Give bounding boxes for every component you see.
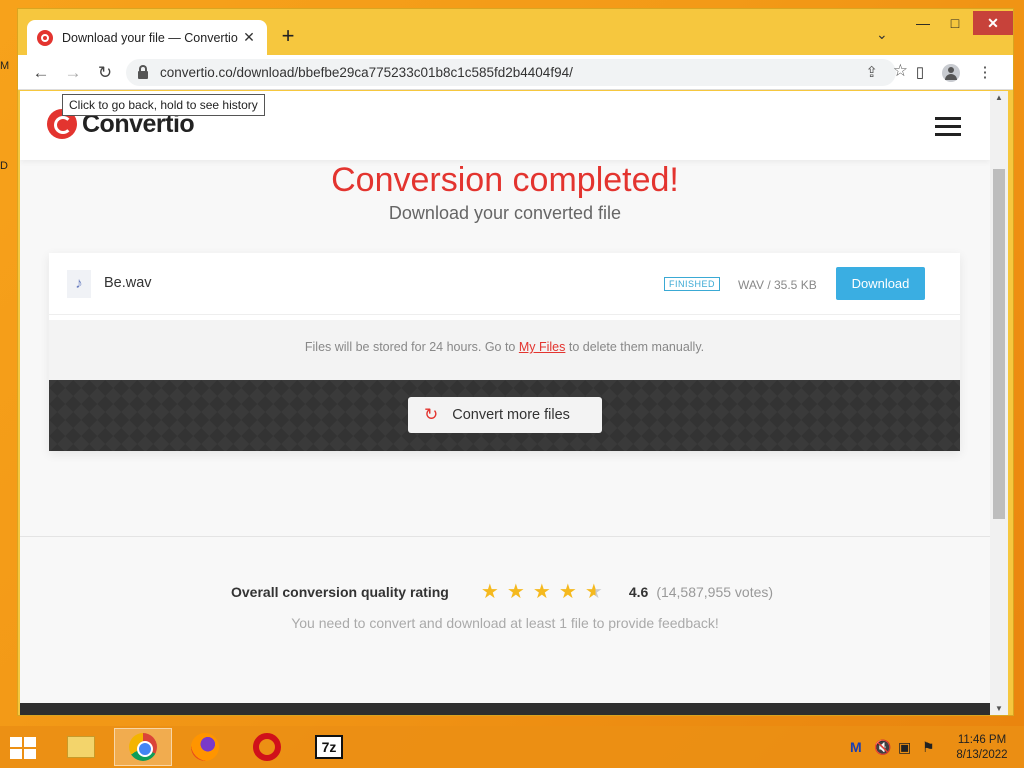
browser-toolbar: ← → ↻ convertio.co/download/bbefbe29ca77… <box>18 55 1013 90</box>
clock-time: 11:46 PM <box>957 734 1007 746</box>
star-icon[interactable]: ★ <box>477 579 503 604</box>
bookmark-star-icon[interactable]: ☆ <box>893 61 908 81</box>
file-row: ♪ Be.wav FINISHED WAV / 35.5 KB Download <box>49 253 960 315</box>
my-files-link[interactable]: My Files <box>519 340 566 354</box>
scroll-up-arrow-icon[interactable]: ▲ <box>990 93 1008 102</box>
browser-menu-icon[interactable]: ⋮ <box>973 61 997 85</box>
convert-more-button[interactable]: ↻ Convert more files <box>408 397 602 433</box>
rating-votes: (14,587,955 votes) <box>656 583 774 600</box>
tab-search-chevron-icon[interactable]: ⌄ <box>876 26 888 43</box>
page-scrollbar[interactable]: ▲ ▼ <box>990 91 1008 715</box>
opera-icon <box>253 733 281 761</box>
maximize-button[interactable]: □ <box>940 11 970 35</box>
hamburger-menu-icon[interactable] <box>935 117 961 141</box>
audio-file-icon: ♪ <box>67 270 91 298</box>
scroll-thumb[interactable] <box>993 169 1005 519</box>
forward-button[interactable]: → <box>60 60 86 86</box>
browser-tab[interactable]: Download your file — Convertio ✕ <box>27 20 267 55</box>
close-window-button[interactable]: ✕ <box>973 11 1013 35</box>
tab-title: Download your file — Convertio <box>62 30 238 45</box>
taskbar-7zip[interactable]: 7z <box>300 728 358 766</box>
taskbar-chrome[interactable] <box>114 728 172 766</box>
7zip-icon: 7z <box>315 735 343 759</box>
section-divider <box>20 536 990 537</box>
file-explorer-icon <box>67 736 95 758</box>
clock-date: 8/13/2022 <box>956 749 1008 761</box>
tab-close-icon[interactable]: ✕ <box>241 29 257 46</box>
title-bar: Download your file — Convertio ✕ + ⌄ — □… <box>18 9 1013 55</box>
file-name: Be.wav <box>104 275 152 291</box>
page-title: Conversion completed! <box>331 161 679 199</box>
file-card: ♪ Be.wav FINISHED WAV / 35.5 KB Download… <box>49 253 960 451</box>
windows-start-icon[interactable] <box>10 737 38 759</box>
page-viewport: Convertio Conversion completed! Download… <box>20 91 990 715</box>
side-panel-icon[interactable]: ▯ <box>908 61 932 85</box>
half-star-icon[interactable]: ★ <box>581 579 607 604</box>
lock-icon[interactable] <box>138 64 148 79</box>
feedback-note: You need to convert and download at leas… <box>291 615 719 631</box>
new-tab-button[interactable]: + <box>276 24 300 48</box>
convert-more-bar: ↻ Convert more files <box>49 380 960 451</box>
star-icon[interactable]: ★ <box>555 579 581 604</box>
taskbar: 7z M 🔇 ▣ ⚑ 11:46 PM 8/13/2022 <box>0 726 1024 768</box>
rating-score: 4.6 <box>628 583 649 600</box>
rating-label: Overall conversion quality rating <box>231 583 449 600</box>
desktop-letter: M <box>0 60 10 72</box>
convertio-favicon-icon <box>37 29 53 46</box>
minimize-button[interactable]: — <box>908 11 938 35</box>
share-icon[interactable]: ⇪ <box>865 63 878 81</box>
taskbar-firefox[interactable] <box>176 728 234 766</box>
browser-window: Download your file — Convertio ✕ + ⌄ — □… <box>17 8 1014 716</box>
desktop-edge: M D <box>0 60 10 180</box>
volume-muted-icon[interactable]: 🔇 <box>874 739 891 756</box>
storage-note-after: to delete them manually. <box>565 340 705 354</box>
convert-more-label: Convert more files <box>452 407 570 423</box>
profile-avatar-icon[interactable] <box>939 61 963 85</box>
storage-note-before: Files will be stored for 24 hours. Go to <box>304 340 519 354</box>
scroll-down-arrow-icon[interactable]: ▼ <box>990 704 1008 713</box>
refresh-icon: ↻ <box>424 405 439 424</box>
download-button[interactable]: Download <box>836 267 925 300</box>
quality-rating: Overall conversion quality rating ★ ★ ★ … <box>231 579 773 604</box>
desktop-letter: D <box>0 160 8 172</box>
chrome-icon <box>129 733 157 761</box>
system-clock[interactable]: 11:46 PM 8/13/2022 <box>952 733 1012 763</box>
address-bar[interactable]: convertio.co/download/bbefbe29ca775233c0… <box>126 59 908 86</box>
file-meta: WAV / 35.5 KB <box>738 278 817 292</box>
site-footer <box>20 703 990 715</box>
storage-note: Files will be stored for 24 hours. Go to… <box>49 320 960 380</box>
malwarebytes-tray-icon[interactable]: M <box>850 739 862 755</box>
reload-button[interactable]: ↻ <box>92 60 118 86</box>
network-icon[interactable]: ▣ <box>898 739 911 756</box>
taskbar-opera[interactable] <box>238 728 296 766</box>
rating-stars: ★ ★ ★ ★ ★ <box>477 579 607 604</box>
url-text[interactable]: convertio.co/download/bbefbe29ca775233c0… <box>160 65 573 80</box>
page-subtitle: Download your converted file <box>388 203 622 223</box>
star-icon[interactable]: ★ <box>529 579 555 604</box>
back-button[interactable]: ← <box>28 60 54 86</box>
star-icon[interactable]: ★ <box>503 579 529 604</box>
action-center-icon[interactable]: ⚑ <box>922 739 935 756</box>
firefox-icon <box>191 733 219 761</box>
taskbar-file-explorer[interactable] <box>52 728 110 766</box>
status-badge: FINISHED <box>664 277 721 291</box>
back-button-tooltip: Click to go back, hold to see history <box>62 94 265 116</box>
